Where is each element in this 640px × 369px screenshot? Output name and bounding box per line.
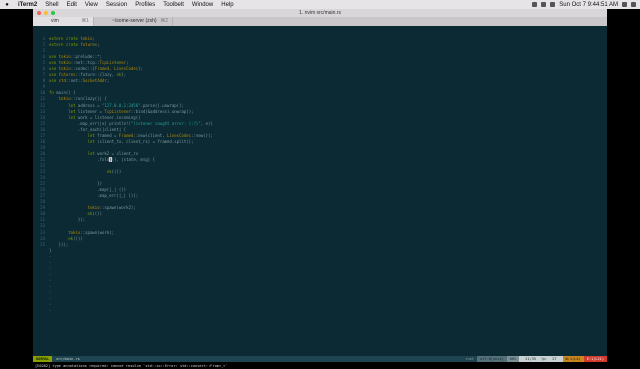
menubar-clock[interactable]: Sun Oct 7 9:44:51 AM	[559, 2, 618, 8]
close-window-icon[interactable]	[37, 11, 41, 15]
tab-bar: vim ⌘1 ~/some-server (zsh) ⌘2	[33, 17, 607, 26]
menu-help[interactable]: Help	[217, 2, 237, 8]
apple-menu-icon[interactable]: ●	[0, 2, 14, 8]
menu-shell[interactable]: Shell	[41, 2, 62, 8]
tab-label: ~/some-server (zsh)	[112, 18, 157, 24]
list-icon[interactable]	[631, 2, 636, 7]
menu-iterm2[interactable]: iTerm2	[14, 2, 41, 8]
search-icon[interactable]	[622, 2, 627, 7]
menu-session[interactable]: Session	[102, 2, 131, 8]
scroll-percent: 60%	[506, 356, 520, 362]
line-position: 21/35	[525, 357, 537, 361]
menubar-tray: Sun Oct 7 9:44:51 AM	[532, 2, 640, 8]
menu-toolbelt[interactable]: Toolbelt	[159, 2, 188, 8]
battery-icon[interactable]	[550, 2, 556, 7]
wifi-icon[interactable]	[532, 2, 538, 7]
tab-shortcut: ⌘1	[81, 18, 89, 24]
iterm-window: 1. nvim src/main.rs vim ⌘1 ~/some-server…	[33, 9, 607, 368]
code-buffer[interactable]: extern crate tokio; extern crate futures;…	[49, 36, 589, 314]
warning-count: W:1(L4)	[562, 356, 584, 362]
empty-buffer-line: ~	[49, 308, 52, 314]
file-encoding: utf-8[unix]	[476, 356, 507, 362]
zoom-window-icon[interactable]	[51, 11, 55, 15]
filetype: rust	[465, 357, 474, 361]
cursor-position: 21/35 ㏑: 27	[519, 356, 563, 362]
tab-shortcut: ⌘2	[160, 18, 168, 24]
window-titlebar: 1. nvim src/main.rs	[33, 9, 607, 17]
error-count: E:1(L21)	[583, 356, 607, 362]
tab-vim[interactable]: vim ⌘1	[33, 17, 94, 26]
line-number	[33, 248, 47, 254]
column-position: 27	[552, 357, 557, 361]
tab-server[interactable]: ~/some-server (zsh) ⌘2	[94, 17, 173, 26]
command-line-message: [E0282] type annotations required: canno…	[35, 364, 228, 368]
statusline-right: rust utf-8[unix] 60% 21/35 ㏑: 27 W:1(L4)…	[462, 356, 607, 362]
window-title: 1. nvim src/main.rs	[299, 10, 341, 16]
vim-editor[interactable]: 1 2 3 4 5 6 7 8 9 10 11 12 13 14 15 16 17 18 19 20 21 22 23 24 2…	[33, 26, 607, 368]
menu-profiles[interactable]: Profiles	[131, 2, 159, 8]
volume-icon[interactable]	[541, 2, 547, 7]
menu-window[interactable]: Window	[188, 2, 217, 8]
text-cursor: (	[109, 156, 112, 162]
vim-statusline: NORMAL src/main.rs rust utf-8[unix] 60% …	[33, 356, 607, 362]
tab-label: vim	[51, 18, 59, 24]
line-number-gutter: 1 2 3 4 5 6 7 8 9 10 11 12 13 14 15 16 17 18 19 20 21 22 23 24 2…	[33, 36, 47, 254]
macos-menubar: ● iTerm2 Shell Edit View Session Profile…	[0, 0, 640, 9]
menu-edit[interactable]: Edit	[63, 2, 81, 8]
mode-indicator: NORMAL	[33, 356, 52, 362]
menu-view[interactable]: View	[81, 2, 102, 8]
statusline-filename: src/main.rs	[55, 357, 80, 361]
minimize-window-icon[interactable]	[44, 11, 48, 15]
traffic-lights	[37, 11, 55, 15]
